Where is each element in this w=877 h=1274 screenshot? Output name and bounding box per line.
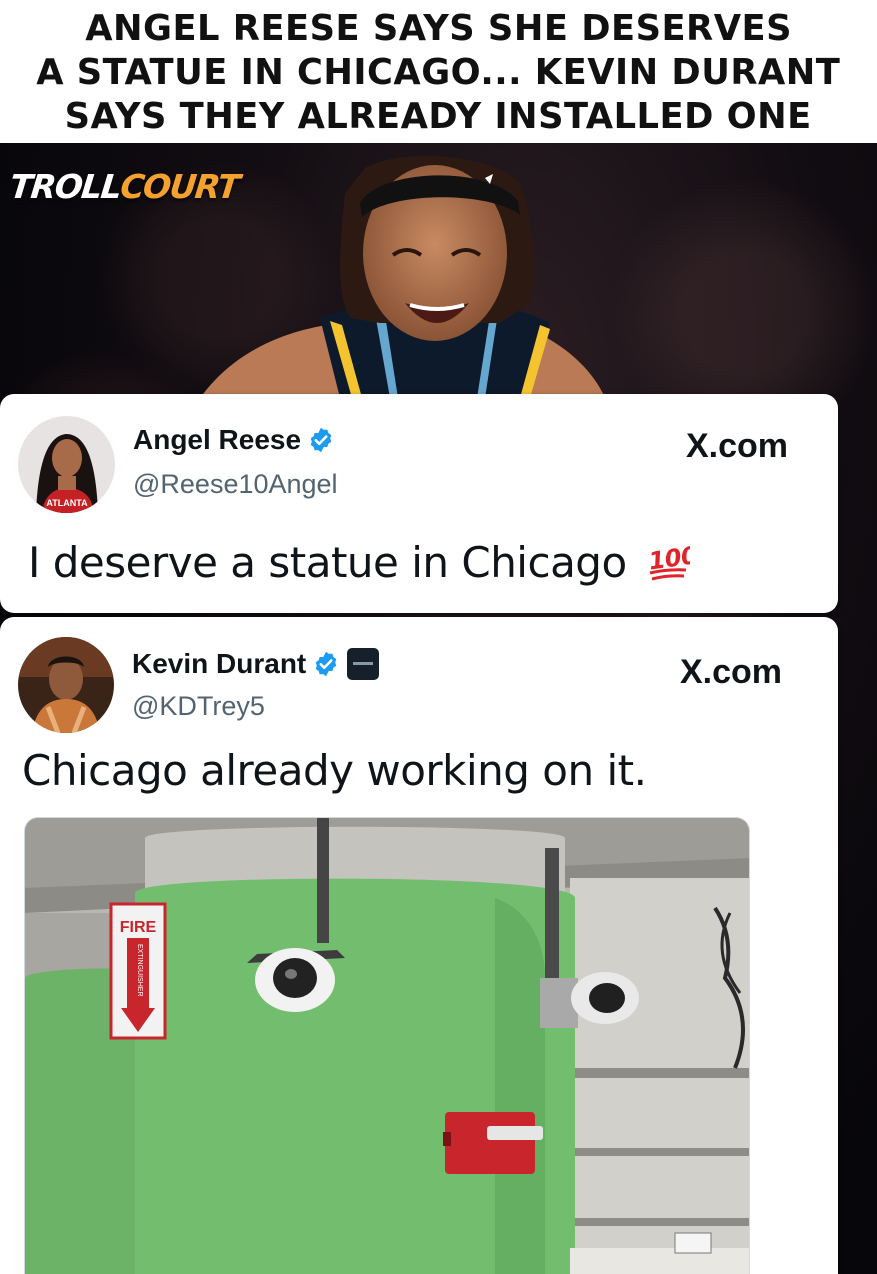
trollcourt-logo: TROLLCOURT (8, 167, 241, 206)
verified-badge-icon (315, 651, 337, 677)
hundred-points-icon: 100 (646, 541, 690, 581)
avatar[interactable] (18, 637, 114, 733)
brand-text-court: COURT (118, 167, 241, 206)
avatar[interactable]: ATLANTA (18, 416, 115, 513)
parking-garage-photo: FIRE EXTINGUISHER (25, 818, 749, 1274)
name-row: Angel Reese (133, 424, 335, 456)
display-name[interactable]: Angel Reese (133, 424, 301, 456)
source-label: X.com (680, 653, 783, 691)
verified-badge-icon (310, 427, 332, 453)
headline-line-1: ANGEL REESE SAYS SHE DESERVES (85, 7, 792, 49)
headline: ANGEL REESE SAYS SHE DESERVES A STATUE I… (0, 0, 877, 143)
affiliate-badge-icon (347, 648, 380, 680)
headline-line-3: SAYS THEY ALREADY INSTALLED ONE (64, 95, 813, 137)
tweet-card-kevin-durant[interactable]: Kevin Durant @KDTrey5 X.com Chicago alre… (0, 617, 838, 1274)
avatar-image: ATLANTA (18, 416, 115, 513)
tweet-text-content: I deserve a statue in Chicago (28, 538, 627, 587)
tweet-text: Chicago already working on it. (22, 746, 647, 795)
tweet-media-image[interactable]: FIRE EXTINGUISHER (24, 817, 750, 1274)
tweet-text: I deserve a statue in Chicago 100 (28, 538, 690, 587)
brand-text-troll: TROLL (7, 167, 123, 206)
source-label: X.com (686, 427, 789, 465)
fire-sign-vertical-text: EXTINGUISHER (136, 944, 143, 997)
name-row: Kevin Durant (132, 647, 380, 681)
handle[interactable]: @Reese10Angel (133, 469, 338, 500)
player-photo (200, 156, 605, 398)
avatar-jersey-text: ATLANTA (46, 498, 88, 508)
display-name[interactable]: Kevin Durant (132, 648, 306, 680)
handle[interactable]: @KDTrey5 (132, 691, 265, 722)
headline-line-2: A STATUE IN CHICAGO... KEVIN DURANT (36, 51, 841, 93)
tweet-card-angel-reese[interactable]: ATLANTA Angel Reese @Reese10Angel X.com … (0, 394, 838, 613)
avatar-image (18, 637, 114, 733)
fire-sign-text: FIRE (120, 919, 157, 936)
